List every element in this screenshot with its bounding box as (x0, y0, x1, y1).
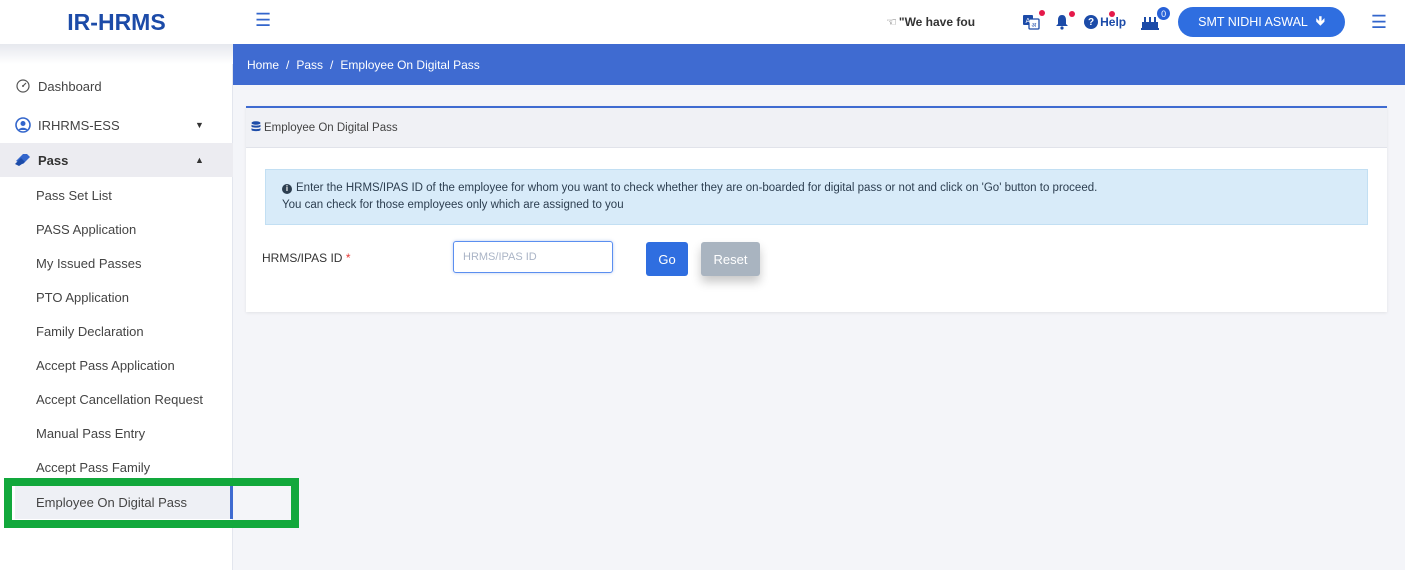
card-header: Employee On Digital Pass (246, 108, 1387, 148)
sidebar-item-label: Dashboard (38, 78, 102, 94)
svg-text:A: A (1026, 17, 1031, 25)
user-name: SMT NIDHI ASWAL (1198, 15, 1308, 29)
top-navbar: IR-HRMS ☰ ☜ "We have fou A अ ? Help 0 SM… (0, 0, 1405, 44)
birthday-count-badge: 0 (1156, 6, 1172, 21)
sidebar-item-pass[interactable]: Pass ▲ (0, 143, 233, 177)
thumbs-up-icon: ☜ (886, 15, 897, 29)
arrow-down-icon: 🡻 (1315, 13, 1325, 28)
hrms-id-label-text: HRMS/IPAS ID (262, 251, 343, 265)
translate-icon: A अ (1023, 15, 1040, 30)
breadcrumb-separator: / (330, 57, 334, 72)
ticker-text: "We have fou (898, 15, 976, 29)
right-menu-icon[interactable]: ☰ (1371, 12, 1387, 33)
top-right-toolbar: ☜ "We have fou A अ ? Help 0 SMT NIDHI AS… (886, 0, 1405, 44)
caret-down-icon: ▼ (195, 120, 204, 130)
breadcrumb-pass[interactable]: Pass (296, 58, 323, 72)
question-icon: ? (1084, 15, 1099, 29)
sidebar-item-pto-application[interactable]: PTO Application (0, 280, 233, 314)
sidebar-item-pass-application[interactable]: PASS Application (0, 212, 233, 246)
info-icon: i (282, 183, 292, 194)
info-alert: i Enter the HRMS/IPAS ID of the employee … (265, 169, 1368, 225)
sidebar-item-accept-pass-application[interactable]: Accept Pass Application (0, 348, 233, 382)
sidebar: Dashboard IRHRMS-ESS ▼ Pass ▲ Pass Set L… (0, 44, 233, 570)
user-menu-button[interactable]: SMT NIDHI ASWAL 🡻 (1178, 7, 1345, 37)
sidebar-item-employee-on-digital-pass[interactable]: Employee On Digital Pass (15, 485, 233, 519)
sidebar-shade (0, 44, 233, 64)
info-line-1: Enter the HRMS/IPAS ID of the employee f… (296, 182, 1098, 194)
help-label: Help (1100, 15, 1127, 29)
card-title: Employee On Digital Pass (264, 121, 398, 134)
info-line-2: You can check for those employees only w… (282, 199, 624, 211)
required-mark: * (345, 251, 351, 265)
dashboard-icon (14, 79, 32, 93)
hrms-id-label: HRMS/IPAS ID * (262, 251, 350, 265)
caret-up-icon: ▲ (195, 155, 204, 165)
bell-icon (1056, 15, 1069, 30)
sidebar-item-pass-set-list[interactable]: Pass Set List (0, 178, 233, 212)
sidebar-item-accept-pass-family[interactable]: Accept Pass Family (0, 450, 233, 484)
sidebar-item-irhrms-ess[interactable]: IRHRMS-ESS ▼ (0, 108, 233, 142)
digital-pass-card: Employee On Digital Pass i Enter the HRMS… (246, 106, 1387, 312)
announcement-ticker[interactable]: ☜ "We have fou (886, 15, 1008, 29)
ticket-icon (14, 153, 32, 167)
hrms-id-input[interactable] (453, 241, 613, 273)
hamburger-icon[interactable]: ☰ (255, 10, 271, 31)
app-logo[interactable]: IR-HRMS (0, 0, 233, 44)
notification-button[interactable] (1054, 11, 1076, 30)
sidebar-item-family-declaration[interactable]: Family Declaration (0, 314, 233, 348)
sidebar-item-label: IRHRMS-ESS (38, 117, 120, 133)
sidebar-item-my-issued-passes[interactable]: My Issued Passes (0, 246, 233, 280)
help-button[interactable]: ? Help (1084, 11, 1127, 29)
reset-button[interactable]: Reset (701, 242, 760, 276)
notification-dot (1069, 11, 1076, 17)
birthday-button[interactable]: 0 (1140, 6, 1172, 30)
sidebar-item-dashboard[interactable]: Dashboard (0, 69, 233, 103)
go-button[interactable]: Go (646, 242, 688, 276)
sidebar-item-accept-cancellation-request[interactable]: Accept Cancellation Request (0, 382, 233, 416)
database-icon (251, 120, 261, 135)
notification-dot (1039, 10, 1046, 16)
svg-text:अ: अ (1032, 22, 1037, 29)
sidebar-item-label: Pass (38, 152, 69, 168)
sidebar-item-manual-pass-entry[interactable]: Manual Pass Entry (0, 416, 233, 450)
breadcrumb: Home / Pass / Employee On Digital Pass (233, 44, 1405, 85)
breadcrumb-current: Employee On Digital Pass (340, 57, 480, 72)
breadcrumb-separator: / (286, 57, 290, 72)
user-circle-icon (14, 117, 32, 133)
breadcrumb-home[interactable]: Home (247, 58, 279, 72)
translate-button[interactable]: A अ (1022, 10, 1046, 31)
